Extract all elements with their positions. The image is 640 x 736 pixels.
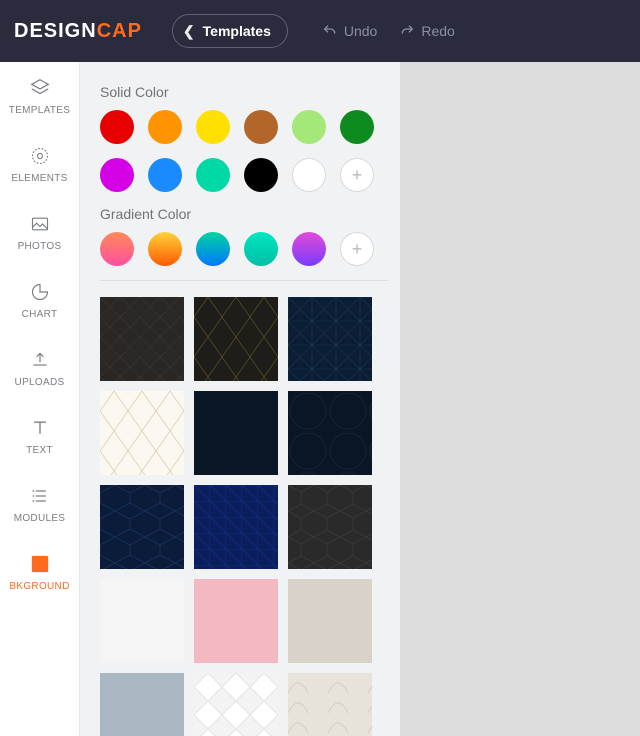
pattern-thumbnail[interactable] <box>288 485 372 569</box>
panel-scroll[interactable]: Solid Color + Gradient Color + <box>80 62 400 736</box>
templates-button[interactable]: ❮ Templates <box>172 14 288 48</box>
background-panel: Solid Color + Gradient Color + <box>80 62 400 736</box>
divider <box>100 280 388 281</box>
pattern-thumbnail[interactable] <box>100 673 184 736</box>
add-gradient-button[interactable]: + <box>340 232 374 266</box>
color-swatch[interactable] <box>244 158 278 192</box>
sidebar-item-label: UPLOADS <box>15 377 65 388</box>
pattern-thumbnail[interactable] <box>194 579 278 663</box>
gradient-color-title: Gradient Color <box>100 206 388 222</box>
undo-button[interactable]: Undo <box>322 23 377 39</box>
undo-icon <box>322 23 338 39</box>
add-color-button[interactable]: + <box>340 158 374 192</box>
sidebar-item-label: TEXT <box>26 445 53 456</box>
redo-icon <box>399 23 415 39</box>
gradient-swatch[interactable] <box>100 232 134 266</box>
pattern-thumbnail[interactable] <box>100 579 184 663</box>
templates-label: Templates <box>203 23 271 39</box>
sidebar-item-label: MODULES <box>14 513 66 524</box>
color-swatch[interactable] <box>100 158 134 192</box>
layers-icon <box>29 77 51 99</box>
redo-button[interactable]: Redo <box>399 23 454 39</box>
text-icon <box>30 417 50 439</box>
sidebar-item-label: CHART <box>22 309 58 320</box>
sidebar: TEMPLATES ELEMENTS PHOTOS CHART <box>0 62 80 736</box>
pattern-thumbnail[interactable] <box>194 673 278 736</box>
pattern-thumbnail[interactable] <box>100 391 184 475</box>
color-swatch[interactable] <box>292 110 326 144</box>
undo-label: Undo <box>344 23 377 39</box>
pattern-thumbnail[interactable] <box>194 485 278 569</box>
gradient-swatch[interactable] <box>292 232 326 266</box>
pattern-thumbnail[interactable] <box>288 673 372 736</box>
sidebar-item-chart[interactable]: CHART <box>0 266 79 334</box>
sidebar-item-elements[interactable]: ELEMENTS <box>0 130 79 198</box>
canvas-area[interactable] <box>400 62 640 736</box>
redo-label: Redo <box>421 23 454 39</box>
history-controls: Undo Redo <box>322 23 455 39</box>
color-swatch[interactable] <box>196 158 230 192</box>
sidebar-item-templates[interactable]: TEMPLATES <box>0 62 79 130</box>
color-swatch[interactable] <box>244 110 278 144</box>
pattern-thumbnail[interactable] <box>194 391 278 475</box>
image-icon <box>30 213 50 235</box>
pattern-thumbnail[interactable] <box>194 297 278 381</box>
chevron-left-icon: ❮ <box>183 23 195 40</box>
pattern-thumbnail[interactable] <box>100 297 184 381</box>
list-icon <box>30 485 50 507</box>
color-swatch[interactable] <box>196 110 230 144</box>
pattern-thumbnail[interactable] <box>100 485 184 569</box>
color-swatch[interactable] <box>340 110 374 144</box>
sidebar-item-text[interactable]: TEXT <box>0 402 79 470</box>
color-swatch[interactable] <box>292 158 326 192</box>
pattern-thumbnail[interactable] <box>288 297 372 381</box>
gradient-swatch[interactable] <box>148 232 182 266</box>
sidebar-item-label: ELEMENTS <box>11 173 67 184</box>
color-swatch[interactable] <box>148 158 182 192</box>
sidebar-item-modules[interactable]: MODULES <box>0 470 79 538</box>
topbar: DESIGNCAP ❮ Templates Undo Redo <box>0 0 640 62</box>
background-icon <box>30 553 50 575</box>
solid-color-swatches: + <box>100 110 388 192</box>
gear-icon <box>30 145 50 167</box>
pattern-thumbnail[interactable] <box>288 391 372 475</box>
gradient-swatch[interactable] <box>196 232 230 266</box>
sidebar-item-label: TEMPLATES <box>9 105 70 116</box>
pie-chart-icon <box>30 281 50 303</box>
sidebar-item-label: PHOTOS <box>18 241 62 252</box>
color-swatch[interactable] <box>148 110 182 144</box>
logo-text-2: CAP <box>97 20 142 42</box>
logo: DESIGNCAP <box>14 20 142 43</box>
pattern-grid <box>100 297 388 736</box>
upload-icon <box>30 349 50 371</box>
sidebar-item-uploads[interactable]: UPLOADS <box>0 334 79 402</box>
sidebar-item-photos[interactable]: PHOTOS <box>0 198 79 266</box>
gradient-swatch[interactable] <box>244 232 278 266</box>
solid-color-title: Solid Color <box>100 84 388 100</box>
sidebar-item-label: BKGROUND <box>9 581 69 592</box>
gradient-swatches: + <box>100 232 388 266</box>
sidebar-item-bkground[interactable]: BKGROUND <box>0 538 79 606</box>
pattern-thumbnail[interactable] <box>288 579 372 663</box>
logo-text-1: DESIGN <box>14 20 97 42</box>
color-swatch[interactable] <box>100 110 134 144</box>
